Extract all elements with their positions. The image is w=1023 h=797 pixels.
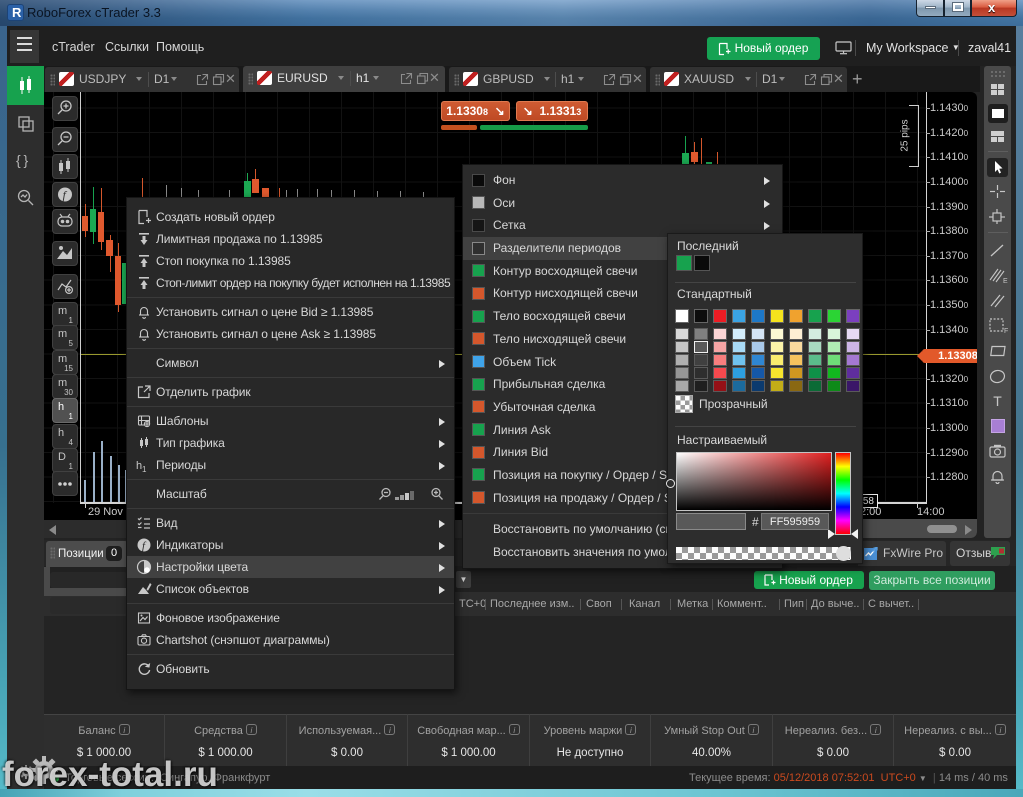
svg-text:E: E — [1003, 278, 1008, 285]
svg-text:F: F — [1004, 328, 1008, 334]
